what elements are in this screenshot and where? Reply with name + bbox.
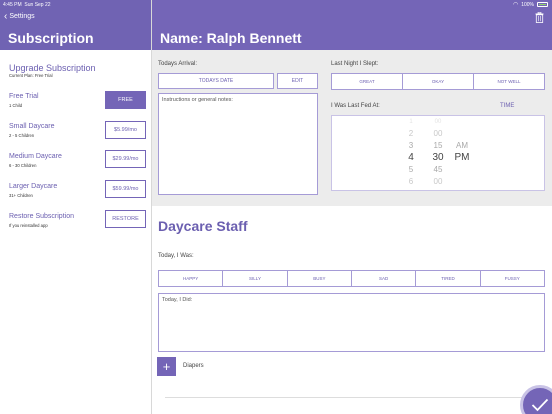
notes-textarea[interactable]: Instructions or general notes: bbox=[158, 93, 318, 195]
plan-free-trial: Free Trial 1 Child bbox=[9, 93, 39, 108]
plan-small-daycare: Small Daycare 2 - 5 Children bbox=[9, 123, 55, 138]
diapers-label: Diapers bbox=[183, 363, 204, 369]
plan-larger-daycare: Larger Daycare 31+ Children bbox=[9, 183, 57, 198]
mood-tired-option[interactable]: TIRED bbox=[416, 271, 481, 286]
fed-time-picker[interactable]: 1 2 3 4 5 6 00 00 15 30 45 00 AM PM bbox=[331, 115, 545, 191]
add-diaper-button[interactable]: + bbox=[157, 357, 176, 376]
section-divider bbox=[165, 397, 545, 398]
mood-happy-option[interactable]: HAPPY bbox=[159, 271, 224, 286]
battery-percent: 100% bbox=[521, 1, 534, 8]
fed-label: I Was Last Fed At: bbox=[331, 103, 380, 109]
trash-icon[interactable] bbox=[535, 12, 544, 23]
selected-hour: 4 bbox=[408, 152, 414, 163]
plan-restore: Restore Subscription If you reinstalled … bbox=[9, 213, 74, 228]
back-label: Settings bbox=[9, 13, 35, 20]
edit-arrival-button[interactable]: EDIT bbox=[277, 73, 318, 89]
free-button[interactable]: FREE bbox=[105, 91, 146, 109]
hour-wheel[interactable]: 1 2 3 4 5 6 bbox=[400, 116, 422, 188]
status-bar: 4:45 PM Sun Sep 22 ◠ 100% bbox=[0, 0, 552, 9]
checkmark-icon bbox=[531, 398, 549, 412]
back-button[interactable]: ‹ Settings bbox=[4, 11, 35, 22]
arrival-label: Todays Arrival: bbox=[158, 61, 198, 67]
time-toggle[interactable]: TIME bbox=[500, 103, 514, 109]
plan-detail: 6 - 30 Children bbox=[9, 163, 37, 168]
selected-period: PM bbox=[454, 152, 470, 163]
sleep-okay-option[interactable]: OKAY bbox=[403, 74, 474, 89]
todays-date-button[interactable]: TODAYS DATE bbox=[158, 73, 274, 89]
current-plan: Current Plan: Free Trial bbox=[9, 73, 53, 78]
chevron-left-icon: ‹ bbox=[4, 11, 8, 22]
plan-name: Restore Subscription bbox=[9, 213, 74, 220]
larger-daycare-button[interactable]: $59.99/mo bbox=[105, 180, 146, 198]
mood-selector: HAPPY SILLY BUSY SAD TIRED FUSSY bbox=[158, 270, 545, 287]
page-title: Name: Ralph Bennett bbox=[160, 30, 302, 46]
small-daycare-button[interactable]: $5.99/mo bbox=[105, 121, 146, 139]
plan-medium-daycare: Medium Daycare 6 - 30 Children bbox=[9, 153, 62, 168]
activities-textarea[interactable]: Today, I Did: bbox=[158, 293, 545, 352]
plan-name: Small Daycare bbox=[9, 123, 55, 130]
sidebar-title: Subscription bbox=[8, 30, 94, 46]
restore-button[interactable]: RESTORE bbox=[105, 210, 146, 228]
mood-label: Today, I Was: bbox=[158, 253, 194, 259]
plan-name: Medium Daycare bbox=[9, 153, 62, 160]
battery-icon bbox=[537, 2, 548, 7]
plan-detail: 31+ Children bbox=[9, 193, 33, 198]
status-time: 4:45 PM Sun Sep 22 bbox=[3, 2, 51, 8]
sleep-not-well-option[interactable]: NOT WELL bbox=[474, 74, 544, 89]
mood-sad-option[interactable]: SAD bbox=[352, 271, 417, 286]
upgrade-title: Upgrade Subscription bbox=[9, 63, 96, 73]
plan-name: Larger Daycare bbox=[9, 183, 58, 190]
sleep-label: Last Night I Slept: bbox=[331, 61, 379, 67]
plan-detail: If you reinstalled app bbox=[9, 223, 48, 228]
mood-fussy-option[interactable]: FUSSY bbox=[481, 271, 544, 286]
wifi-icon: ◠ bbox=[512, 2, 519, 8]
subscription-sidebar: Upgrade Subscription Current Plan: Free … bbox=[0, 50, 151, 414]
sleep-great-option[interactable]: GREAT bbox=[332, 74, 403, 89]
period-wheel[interactable]: AM PM bbox=[451, 116, 473, 188]
plan-name: Free Trial bbox=[9, 93, 39, 100]
staff-title: Daycare Staff bbox=[158, 218, 248, 234]
mood-silly-option[interactable]: SILLY bbox=[223, 271, 288, 286]
minute-wheel[interactable]: 00 00 15 30 45 00 bbox=[427, 116, 449, 188]
plan-detail: 2 - 5 Children bbox=[9, 133, 35, 138]
mood-busy-option[interactable]: BUSY bbox=[288, 271, 352, 286]
sleep-selector: GREAT OKAY NOT WELL bbox=[331, 73, 545, 90]
medium-daycare-button[interactable]: $29.99/mo bbox=[105, 150, 146, 168]
selected-minute: 30 bbox=[432, 152, 444, 163]
status-right: ◠ 100% bbox=[513, 1, 548, 8]
plan-detail: 1 Child bbox=[9, 103, 23, 108]
